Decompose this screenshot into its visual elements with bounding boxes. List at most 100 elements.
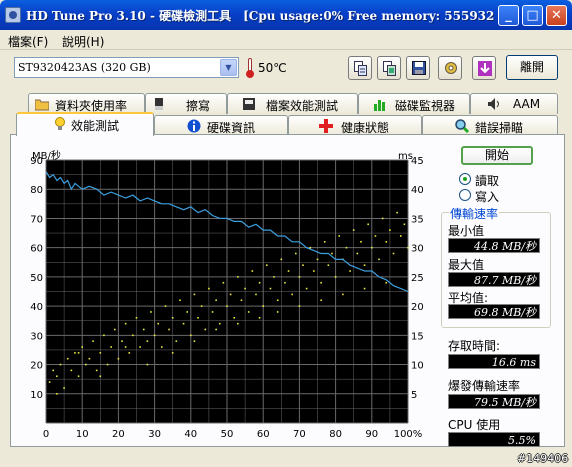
tab-aam[interactable]: AAM [470, 93, 558, 114]
access-time-point [403, 223, 406, 226]
access-time-point [200, 305, 203, 307]
tab-disk-monitor[interactable]: 磁碟監視器 [358, 93, 470, 114]
chevron-down-icon[interactable]: ▼ [220, 59, 237, 76]
access-time-point [171, 352, 174, 354]
tab-folder-usage[interactable]: 資料夾使用率 [28, 93, 145, 114]
y-tick-right: 40 [411, 185, 424, 196]
access-time-point [276, 299, 279, 302]
access-time-point [135, 317, 138, 319]
access-time-point [258, 281, 261, 284]
access-time-point [99, 352, 102, 354]
y-tick-right: 30 [411, 244, 424, 255]
x-tick: 0 [43, 429, 49, 440]
menu-help[interactable]: 說明(H) [62, 33, 104, 50]
access-time-point [204, 328, 207, 331]
x-tick: 60 [257, 429, 270, 440]
access-time-point [320, 281, 322, 284]
speaker-icon [487, 97, 501, 111]
tab-health[interactable]: 健康狀態 [288, 115, 422, 136]
watermark: #149406 [517, 452, 569, 465]
access-time-point [124, 322, 127, 325]
access-time-point [371, 246, 373, 249]
menu-file[interactable]: 檔案(F) [8, 33, 48, 50]
access-time-point [302, 264, 304, 266]
access-time-point [92, 340, 94, 342]
tab-benchmark[interactable]: 效能測試 [16, 112, 154, 136]
access-time-point [313, 270, 315, 272]
exit-button[interactable]: 離開 [506, 55, 558, 80]
access-time-point [146, 363, 149, 366]
access-time-point [363, 264, 366, 266]
y-tick-right: 5 [411, 390, 417, 401]
write-radio-dot[interactable] [459, 189, 471, 201]
options-button[interactable] [438, 56, 462, 80]
access-time-point [56, 392, 58, 395]
access-time-point [298, 276, 301, 278]
access-time-point [251, 270, 254, 272]
access-time-point [63, 387, 65, 389]
read-radio[interactable]: 讀取 [459, 172, 539, 188]
access-time-point [215, 328, 217, 331]
tab-error-scan[interactable]: 錯誤掃瞄 [422, 115, 558, 136]
access-time-point [128, 352, 131, 354]
x-tick: 50 [221, 429, 234, 440]
magnifier-icon [455, 119, 470, 134]
access-time-point [81, 346, 83, 348]
access-time-point [240, 299, 243, 302]
y-tick-left: 20 [30, 361, 43, 372]
access-time-point [294, 252, 297, 255]
access-time-point [175, 340, 178, 342]
access-time-point [179, 299, 181, 302]
access-time-point [66, 357, 69, 360]
access-time-point [342, 293, 344, 296]
access-time-point [132, 334, 134, 337]
access-time-point [287, 270, 290, 272]
access-time-point [85, 363, 87, 366]
burst-rate-value: 79.5 MB/秒 [448, 394, 540, 409]
access-time-point [327, 264, 330, 266]
copy-text-button[interactable] [348, 56, 372, 80]
y-tick-right: 45 [411, 156, 424, 167]
access-time-point [193, 340, 196, 342]
save-button[interactable] [406, 56, 430, 80]
access-time-point [334, 276, 337, 278]
access-time-point [150, 311, 152, 313]
avg-value: 69.8 MB/秒 [448, 304, 540, 319]
access-time-point [218, 322, 221, 325]
cpu-usage-label: CPU 使用 [448, 418, 501, 432]
access-time-point [360, 241, 362, 243]
max-label: 最大值 [448, 258, 485, 272]
access-time-point [247, 311, 250, 313]
maximize-button[interactable]: □ [522, 5, 543, 26]
tab-file-benchmark[interactable]: 檔案效能測試 [227, 93, 358, 114]
access-time-point [291, 293, 293, 296]
close-button[interactable]: ✕ [546, 5, 567, 26]
access-time-point [363, 287, 366, 290]
access-time-point [331, 252, 333, 255]
read-radio-dot[interactable] [459, 173, 471, 185]
drive-select[interactable]: ST9320423AS (320 GB) ▼ [14, 57, 239, 78]
bar-chart-icon [373, 97, 387, 111]
write-radio[interactable]: 寫入 [459, 188, 539, 204]
access-time-point [385, 241, 388, 243]
access-time-point [171, 317, 174, 319]
access-time-point [237, 322, 239, 325]
start-button[interactable]: 開始 [461, 146, 533, 165]
copy-screen-button[interactable] [377, 56, 401, 80]
minimize-button[interactable]: _ [498, 5, 519, 26]
access-time-point [309, 246, 312, 249]
access-time-point [59, 363, 62, 366]
access-time-point [323, 241, 326, 243]
y-tick-left: 60 [30, 244, 43, 255]
access-time-point [392, 252, 395, 255]
tab-info[interactable]: 硬碟資訊 [154, 115, 288, 136]
y-tick-left: 90 [30, 156, 43, 167]
tab-erase[interactable]: 擦寫 [145, 93, 227, 114]
download-button[interactable] [472, 56, 496, 80]
access-time-point [276, 311, 279, 313]
x-tick: 100% [394, 429, 423, 440]
access-time-point [153, 334, 156, 337]
access-time-point [197, 317, 199, 319]
x-tick: 20 [112, 429, 125, 440]
y-tick-left: 30 [30, 331, 43, 342]
